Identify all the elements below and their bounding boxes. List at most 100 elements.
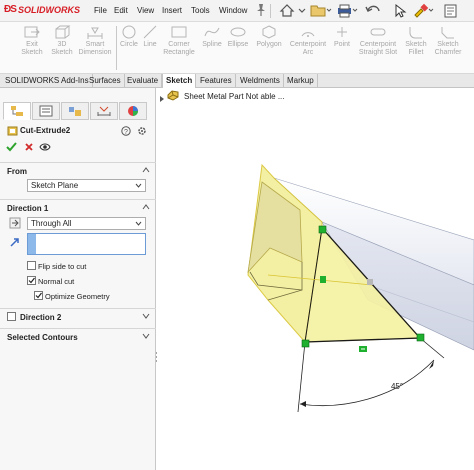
undo-icon[interactable]	[364, 3, 386, 18]
tab-weldments[interactable]: Weldments	[237, 74, 284, 88]
from-section-header[interactable]: From	[0, 162, 156, 178]
direction2-section-header[interactable]: Direction 2	[0, 308, 156, 324]
tab-dimxpert[interactable]	[90, 102, 118, 120]
sketch-chamfer-button[interactable]: Sketch Chamfer	[430, 22, 466, 74]
from-section-title: From	[7, 167, 27, 176]
file-properties-icon[interactable]	[442, 3, 464, 18]
polygon-button[interactable]: Polygon	[252, 22, 286, 74]
exit-sketch-label: Exit Sketch	[21, 41, 43, 56]
menu-tools[interactable]: Tools	[191, 6, 210, 15]
home-icon[interactable]	[279, 3, 309, 18]
help-icon[interactable]: ?	[121, 126, 131, 136]
line-label: Line	[143, 41, 157, 48]
reverse-direction-icon[interactable]	[9, 217, 21, 229]
direction1-section-header[interactable]: Direction 1	[0, 199, 156, 215]
normal-cut-label: Normal cut	[38, 277, 75, 286]
from-select-value: Sketch Plane	[31, 181, 79, 190]
tab-features[interactable]: Features	[197, 74, 236, 88]
smart-dimension-label: Smart Dimension	[78, 41, 112, 56]
chevron-down-icon	[135, 183, 142, 188]
end-condition-select[interactable]: Through All	[27, 217, 146, 230]
menu-view[interactable]: View	[137, 6, 154, 15]
menu-window[interactable]: Window	[219, 6, 247, 15]
settings-icon[interactable]	[137, 126, 147, 136]
property-list-icon	[39, 105, 53, 117]
corner-rectangle-button[interactable]: Corner Rectangle	[160, 22, 198, 74]
optimize-geometry-checkbox[interactable]	[34, 291, 43, 300]
selected-contours-header[interactable]: Selected Contours	[0, 328, 156, 344]
3d-sketch-icon	[55, 25, 71, 39]
menu-edit[interactable]: Edit	[114, 6, 128, 15]
tab-property-manager[interactable]	[32, 102, 60, 120]
ellipse-button[interactable]: Ellipse	[224, 22, 252, 74]
centerpoint-arc-button[interactable]: Centerpoint Arc	[286, 22, 330, 74]
chevron-up-icon	[142, 167, 150, 173]
property-manager: Cut-Extrude2 ? From Sketch Plane Directi…	[0, 88, 156, 470]
sketch-chamfer-icon	[441, 27, 454, 39]
preview-eye-icon[interactable]	[39, 142, 51, 152]
smart-dimension-icon	[87, 27, 103, 39]
sketch-fillet-button[interactable]: Sketch Fillet	[402, 22, 430, 74]
corner-rectangle-icon	[171, 26, 187, 38]
3d-sketch-button[interactable]: 3D Sketch	[46, 22, 78, 74]
circle-label: Circle	[120, 41, 138, 48]
cancel-icon[interactable]	[24, 142, 34, 152]
tab-sketch[interactable]: Sketch	[162, 74, 197, 88]
checkmark-icon	[28, 277, 35, 284]
ellipse-icon	[230, 27, 246, 37]
tab-display-manager[interactable]	[119, 102, 147, 120]
selected-contours-title: Selected Contours	[7, 333, 78, 342]
polygon-icon	[262, 25, 276, 39]
selection-box-highlight	[28, 234, 36, 254]
exit-sketch-icon	[24, 26, 40, 38]
tab-configuration-manager[interactable]	[61, 102, 89, 120]
centerpoint-arc-icon	[301, 32, 315, 37]
select-icon[interactable]	[390, 3, 408, 18]
line-button[interactable]: Line	[140, 22, 160, 74]
title-bar: ƉS SOLIDWORKS File Edit View Insert Tool…	[0, 0, 474, 22]
checkmark-icon	[35, 292, 42, 299]
straight-slot-icon	[370, 28, 386, 36]
spline-button[interactable]: Spline	[198, 22, 226, 74]
ok-checkmark-icon[interactable]	[6, 142, 17, 152]
angle-dimension-text[interactable]: 45°	[391, 382, 403, 391]
flip-side-checkbox[interactable]	[27, 261, 36, 270]
direction2-checkbox[interactable]	[7, 312, 16, 321]
rebuild-icon[interactable]	[412, 3, 436, 18]
cut-extrude-icon	[7, 126, 18, 136]
smart-dimension-button[interactable]: Smart Dimension	[76, 22, 114, 74]
feature-header: Cut-Extrude2 ?	[0, 124, 156, 138]
pin-icon[interactable]	[255, 3, 267, 17]
exit-sketch-button[interactable]: Exit Sketch	[16, 22, 48, 74]
straight-slot-label: Centerpoint Straight Slot	[358, 41, 398, 56]
flip-side-label: Flip side to cut	[38, 262, 87, 271]
straight-slot-button[interactable]: Centerpoint Straight Slot	[354, 22, 402, 74]
tab-surfaces[interactable]: Surfaces	[86, 74, 125, 88]
print-icon[interactable]	[336, 3, 360, 18]
chevron-down-icon	[135, 221, 142, 226]
tab-addins[interactable]: SOLIDWORKS Add-Ins	[2, 74, 93, 88]
command-manager: Exit Sketch 3D Sketch Smart Dimension Ci…	[0, 22, 474, 74]
toolbar-separator	[270, 4, 271, 18]
feature-name: Cut-Extrude2	[20, 126, 71, 135]
feature-tree-icon	[11, 106, 23, 116]
tab-feature-manager[interactable]	[3, 102, 31, 120]
from-select[interactable]: Sketch Plane	[27, 179, 146, 192]
normal-cut-checkbox[interactable]	[27, 276, 36, 285]
direction-selection-box[interactable]	[27, 233, 146, 255]
sketch-chamfer-label: Sketch Chamfer	[434, 41, 462, 56]
model-view: 45°	[247, 163, 474, 413]
dimxpert-icon	[97, 106, 111, 116]
circle-button[interactable]: Circle	[117, 22, 141, 74]
open-file-icon[interactable]	[309, 3, 333, 18]
point-label: Point	[334, 41, 350, 48]
centerpoint-arc-label: Centerpoint Arc	[289, 41, 327, 56]
menu-file[interactable]: File	[94, 6, 107, 15]
tab-evaluate[interactable]: Evaluate	[124, 74, 163, 88]
menu-insert[interactable]: Insert	[162, 6, 182, 15]
polygon-label: Polygon	[256, 41, 282, 48]
point-button[interactable]: Point	[330, 22, 354, 74]
3d-sketch-label: 3D Sketch	[51, 41, 73, 56]
display-manager-icon	[128, 106, 138, 116]
tab-markup[interactable]: Markup	[284, 74, 318, 88]
